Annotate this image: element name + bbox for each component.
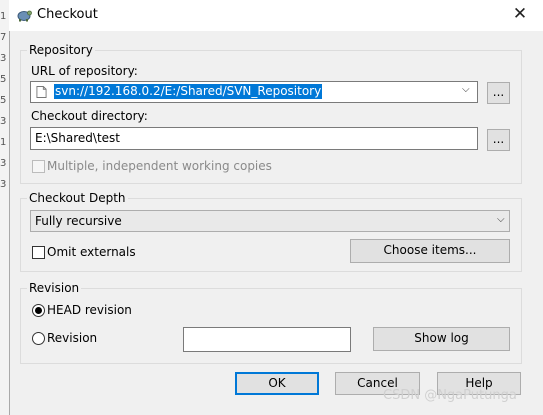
multiple-copies-checkbox[interactable]	[32, 160, 45, 173]
dialog-title: Checkout	[37, 7, 98, 22]
checkout-dir-label: Checkout directory:	[31, 109, 148, 123]
url-label: URL of repository:	[31, 64, 138, 78]
url-browse-button[interactable]: ...	[487, 82, 510, 104]
radio-selected-dot	[35, 307, 42, 314]
revision-group-label: Revision	[27, 281, 82, 295]
omit-externals-label: Omit externals	[47, 245, 136, 259]
show-log-button[interactable]: Show log	[373, 327, 510, 351]
repository-group-label: Repository	[27, 43, 95, 57]
background-line-number: 7	[0, 32, 7, 43]
close-icon[interactable]: ✕	[511, 5, 529, 23]
omit-externals-checkbox[interactable]	[32, 246, 45, 259]
chevron-down-icon[interactable]: ⌵	[462, 84, 470, 95]
depth-select[interactable]: Fully recursive ⌵	[30, 210, 510, 232]
background-line-number: 3	[0, 179, 7, 190]
choose-items-button[interactable]: Choose items...	[350, 239, 510, 263]
depth-selected-value: Fully recursive	[35, 214, 122, 228]
background-line-number: 1	[0, 137, 7, 148]
background-editor-strip: 1 7 3 5 5 3 1 3 3	[0, 0, 9, 415]
file-icon	[36, 86, 47, 98]
multiple-copies-label: Multiple, independent working copies	[47, 159, 272, 173]
dir-browse-button[interactable]: ...	[487, 129, 510, 151]
background-line-number: 5	[0, 74, 7, 85]
head-revision-label: HEAD revision	[47, 303, 132, 317]
checkout-dir-field[interactable]: E:\Shared\test	[30, 127, 478, 150]
revision-input[interactable]	[183, 327, 351, 352]
url-combobox[interactable]: svn://192.168.0.2/E:/Shared/SVN_Reposito…	[30, 81, 478, 103]
ok-button[interactable]: OK	[235, 372, 319, 395]
tortoise-icon	[17, 10, 32, 22]
background-line-number: 5	[0, 95, 7, 106]
chevron-down-icon[interactable]: ⌵	[497, 214, 505, 225]
background-line-number: 3	[0, 158, 7, 169]
background-line-number: 3	[0, 116, 7, 127]
background-line-number: 1	[0, 11, 7, 22]
checkout-depth-group-label: Checkout Depth	[27, 191, 128, 205]
head-revision-radio[interactable]	[32, 304, 45, 317]
watermark: CSDN @NgaPutunga	[383, 388, 517, 403]
checkout-dir-input[interactable]: E:\Shared\test	[35, 131, 120, 145]
url-input[interactable]: svn://192.168.0.2/E:/Shared/SVN_Reposito…	[54, 84, 323, 99]
revision-group	[20, 288, 522, 364]
background-line-number: 3	[0, 53, 7, 64]
revision-label: Revision	[47, 331, 98, 345]
revision-radio[interactable]	[32, 332, 45, 345]
